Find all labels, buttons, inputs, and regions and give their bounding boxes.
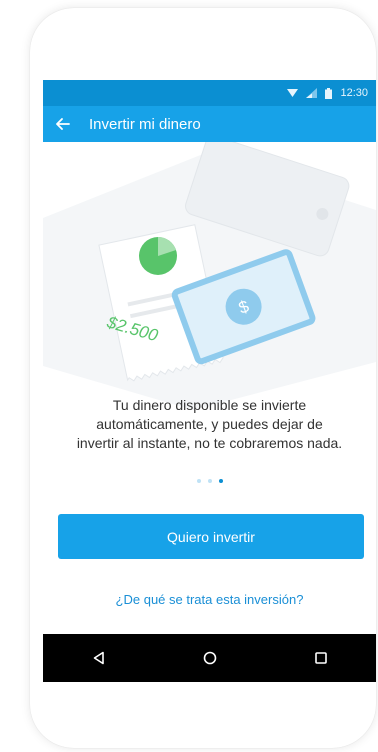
android-nav-bar <box>43 634 376 682</box>
pie-chart-icon <box>139 237 177 275</box>
pager-dot[interactable] <box>207 479 212 483</box>
investment-info-link[interactable]: ¿De qué se trata esta inversión? <box>43 592 376 607</box>
nav-home-icon <box>203 651 216 665</box>
description-line-1: Tu dinero disponible se invierte <box>112 397 307 413</box>
battery-icon <box>325 87 333 99</box>
nav-recents-button[interactable] <box>301 638 341 678</box>
nav-back-icon <box>93 651 104 665</box>
description-text: Tu dinero disponible se invierte automát… <box>43 396 376 453</box>
nav-back-button[interactable] <box>79 638 119 678</box>
description-line-3: invertir al instante, no te cobraremos n… <box>76 435 343 451</box>
back-button[interactable] <box>53 114 73 134</box>
nav-recents-icon <box>314 652 327 664</box>
wifi-icon <box>287 89 299 97</box>
nav-home-button[interactable] <box>190 638 230 678</box>
page-indicator <box>43 479 376 483</box>
description-line-2: automáticamente, y puedes dejar de <box>96 416 323 432</box>
phone-screen: 12:30 Invertir mi dinero $2.500 $ Tu din… <box>43 80 376 682</box>
status-bar: 12:30 <box>43 80 376 106</box>
pager-dot-active[interactable] <box>218 479 223 483</box>
hero-illustration: $2.500 $ <box>43 135 376 410</box>
pager-dot[interactable] <box>196 479 201 483</box>
status-time: 12:30 <box>340 87 368 99</box>
signal-icon <box>306 88 318 98</box>
page-title: Invertir mi dinero <box>89 116 201 133</box>
investment-illustration: $2.500 $ <box>43 135 376 410</box>
app-bar: Invertir mi dinero <box>43 106 376 142</box>
invest-button[interactable]: Quiero invertir <box>58 514 364 559</box>
arrow-left-icon <box>56 118 70 130</box>
